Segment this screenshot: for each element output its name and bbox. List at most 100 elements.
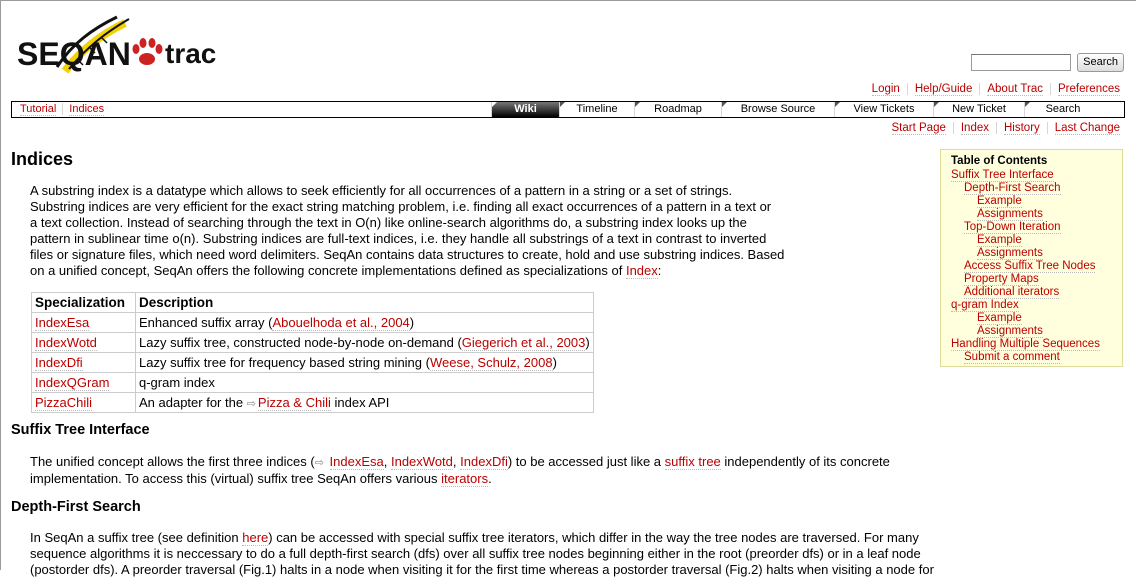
pizza-chili-link[interactable]: PizzaChili [35, 395, 93, 411]
row-description: Enhanced suffix array (Abouelhoda et al.… [135, 312, 594, 333]
suffix-tree-link[interactable]: suffix tree [664, 454, 721, 470]
breadcrumb: Tutorial Indices [18, 103, 110, 116]
about-trac-link[interactable]: About Trac [987, 83, 1043, 96]
breadcrumb-tutorial[interactable]: Tutorial [20, 103, 57, 116]
toc-item[interactable]: Assignments [977, 208, 1043, 221]
toc-title: Table of Contents [951, 155, 1048, 167]
intro-line-text: on a unified concept, SeqAn offers the f… [30, 263, 626, 278]
abouelhoda-link[interactable]: Abouelhoda et al., 2004 [272, 315, 410, 331]
search-button[interactable]: Search [1077, 53, 1124, 72]
specialization-table: Specialization Description IndexEsa Enha… [31, 292, 594, 413]
para-line: sequence algorithms it is neccessary to … [30, 546, 921, 561]
para-line: In SeqAn a suffix tree (see definition h… [30, 530, 1120, 546]
text: . [488, 471, 492, 486]
intro-line: A substring index is a datatype which al… [30, 183, 733, 198]
toc-item[interactable]: Suffix Tree Interface [951, 169, 1054, 182]
toc-item[interactable]: Assignments [977, 325, 1043, 338]
toc-item[interactable]: Example [977, 234, 1022, 247]
toc-item[interactable]: Assignments [977, 247, 1043, 260]
last-change-link[interactable]: Last Change [1054, 122, 1120, 135]
text: In SeqAn a suffix tree (see definition [30, 530, 243, 545]
desc-text: Enhanced suffix array ( [139, 315, 273, 330]
row-description: Lazy suffix tree for frequency based str… [135, 352, 594, 373]
table-header-row: Specialization Description [31, 292, 594, 313]
tab-browse-source[interactable]: Browse Source [721, 102, 834, 117]
para-line: (postorder dfs). A preorder traversal (F… [30, 562, 934, 577]
index-dfi-inline-link[interactable]: IndexDfi [460, 454, 508, 470]
row-description: An adapter for the ⇨ Pizza & Chili index … [135, 392, 594, 413]
context-nav: Start Page Index History Last Change [885, 122, 1120, 135]
preferences-link[interactable]: Preferences [1057, 83, 1120, 96]
toc-item[interactable]: Depth-First Search [964, 182, 1061, 195]
desc-end: ) [585, 335, 590, 350]
toc-item[interactable]: Example [977, 312, 1022, 325]
text: ) can be accessed with special suffix tr… [268, 530, 919, 545]
intro-line: a text collection. Instead of searching … [30, 215, 747, 230]
help-guide-link[interactable]: Help/Guide [914, 83, 973, 96]
history-link[interactable]: History [1004, 122, 1040, 135]
toc-item[interactable]: Handling Multiple Sequences [951, 338, 1100, 351]
tab-wiki[interactable]: Wiki [491, 102, 559, 117]
search-input[interactable] [971, 54, 1072, 71]
text: implementation. To access this (virtual)… [30, 471, 442, 486]
toc-item[interactable]: Example [977, 195, 1022, 208]
tab-view-tickets[interactable]: View Tickets [834, 102, 933, 117]
tab-new-ticket[interactable]: New Ticket [933, 102, 1024, 117]
index-esa-inline-link[interactable]: IndexEsa [329, 454, 384, 470]
index-concept-link[interactable]: Index [625, 263, 658, 279]
table-row: IndexWotd Lazy suffix tree, constructed … [31, 332, 594, 353]
start-page-link[interactable]: Start Page [891, 122, 946, 135]
intro-paragraph: A substring index is a datatype which al… [30, 183, 930, 279]
index-wotd-inline-link[interactable]: IndexWotd [390, 454, 453, 470]
giegerich-link[interactable]: Giegerich et al., 2003 [461, 335, 586, 351]
page-title: Indices [11, 149, 74, 169]
desc-end: index API [330, 395, 390, 410]
index-qgram-link[interactable]: IndexQGram [35, 375, 110, 391]
tab-timeline[interactable]: Timeline [559, 102, 634, 117]
login-link[interactable]: Login [871, 83, 900, 96]
iterators-link[interactable]: iterators [441, 471, 489, 487]
external-link-icon: ⇨ [314, 457, 324, 469]
desc-end: ) [409, 315, 415, 330]
logo-graphic: SEQAN trac [17, 15, 216, 74]
desc-text: An adapter for the [139, 395, 247, 410]
table-of-contents: Table of Contents Suffix Tree Interface … [940, 149, 1123, 367]
suffix-tree-paragraph: The unified concept allows the first thr… [30, 454, 1090, 487]
desc-end: ) [552, 355, 557, 370]
intro-line: pattern in sublinear time o(n). Substrin… [30, 231, 767, 246]
index-link[interactable]: Index [960, 122, 989, 135]
toc-item[interactable]: Access Suffix Tree Nodes [964, 260, 1096, 273]
toc-item[interactable]: Top-Down Iteration [964, 221, 1061, 234]
table-row: IndexQGram q-gram index [31, 372, 594, 393]
row-description: q-gram index [135, 372, 594, 393]
here-link[interactable]: here [242, 530, 269, 546]
breadcrumb-indices[interactable]: Indices [69, 103, 105, 116]
header-description: Description [135, 292, 594, 313]
toc-item[interactable]: Submit a comment [964, 351, 1060, 364]
index-esa-link[interactable]: IndexEsa [35, 315, 90, 331]
row-description: Lazy suffix tree, constructed node-by-no… [135, 332, 594, 353]
section-depth-first-search: Depth-First Search [11, 499, 141, 515]
main-nav-bar: Tutorial Indices Wiki Timeline Roadmap B… [11, 101, 1125, 118]
main-nav-tabs: Wiki Timeline Roadmap Browse Source View… [491, 102, 1101, 117]
text: ) to be accessed just like a [507, 454, 665, 469]
pizza-chili-ext-link[interactable]: Pizza & Chili [257, 395, 331, 411]
index-wotd-link[interactable]: IndexWotd [35, 335, 97, 351]
table-row: PizzaChili An adapter for the ⇨ Pizza & C… [31, 392, 594, 413]
index-dfi-link[interactable]: IndexDfi [35, 355, 83, 371]
meta-nav: Login Help/Guide About Trac Preferences [865, 83, 1120, 96]
paw-icon [132, 38, 163, 65]
toc-item[interactable]: Property Maps [964, 273, 1039, 286]
seqan-trac-logo[interactable]: SEQAN trac [17, 9, 232, 85]
logo-trac-text: trac [165, 38, 216, 69]
toc-item[interactable]: Additional iterators [964, 286, 1060, 299]
intro-line: Substring indices are very efficient for… [30, 199, 772, 214]
toc-item[interactable]: q-gram Index [951, 299, 1019, 312]
logo-seqan-text: SEQAN [17, 36, 131, 72]
desc-text: Lazy suffix tree for frequency based str… [139, 355, 430, 370]
weese-schulz-link[interactable]: Weese, Schulz, 2008 [429, 355, 553, 371]
tab-search[interactable]: Search [1024, 102, 1101, 117]
desc-text: Lazy suffix tree, constructed node-by-no… [139, 335, 462, 350]
table-row: IndexEsa Enhanced suffix array (Abouelho… [31, 312, 594, 333]
tab-roadmap[interactable]: Roadmap [634, 102, 721, 117]
